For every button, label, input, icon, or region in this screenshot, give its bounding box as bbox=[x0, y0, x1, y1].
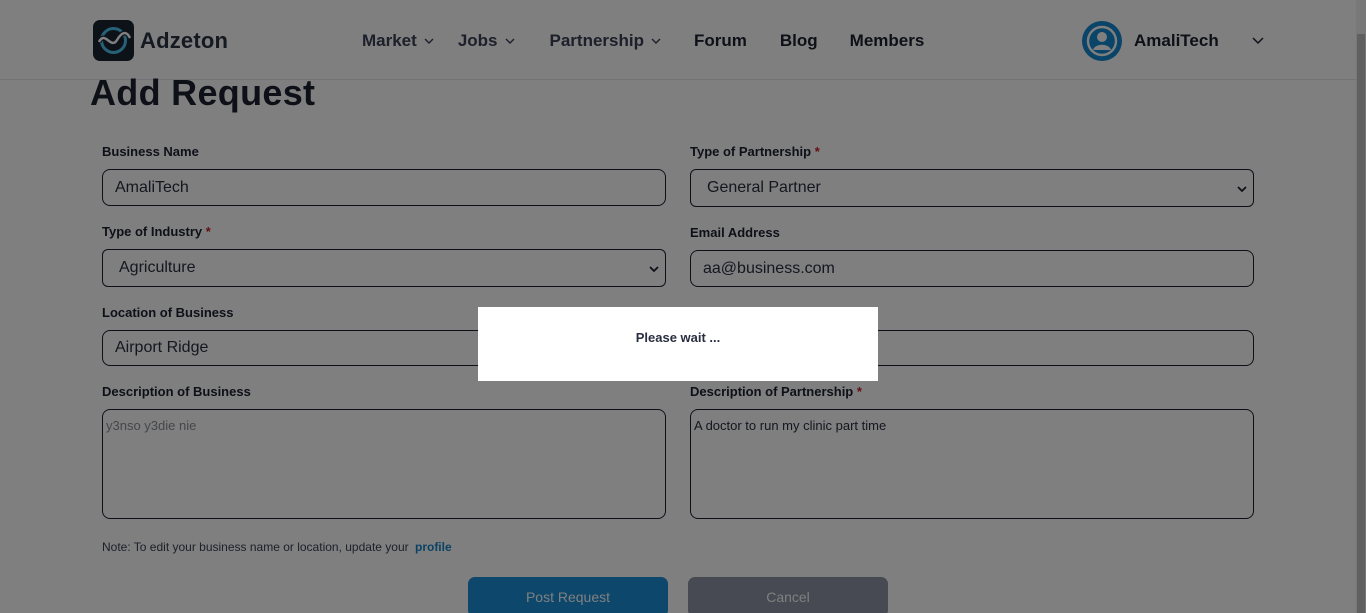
loading-dialog: Please wait ... bbox=[478, 307, 878, 381]
loading-message: Please wait ... bbox=[635, 330, 721, 345]
